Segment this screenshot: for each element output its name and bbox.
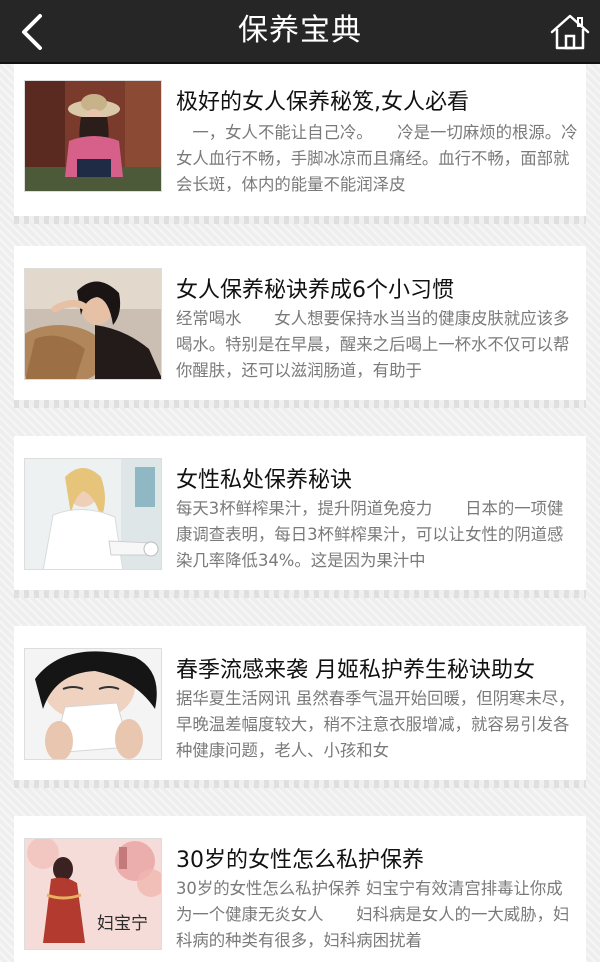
card-divider [14,216,586,224]
article-thumbnail [24,648,162,760]
article-card[interactable]: 女人保养秘诀养成6个小习惯 经常喝水 女人想要保持水当当的健康皮肤就应该多喝水。… [14,246,586,408]
article-thumbnail [24,458,162,570]
article-summary: 经常喝水 女人想要保持水当当的健康皮肤就应该多喝水。特别是在早晨，醒来之后喝上一… [176,309,570,380]
article-title: 极好的女人保养秘笈,女人必看 [176,90,469,115]
card-divider [14,400,586,408]
thumbnail-brand-text: 妇宝宁 [97,914,148,934]
article-summary: 据华夏生活网讯 虽然春季气温开始回暖，但阴寒未尽，早晚温差幅度较大，稍不注意衣服… [176,689,575,760]
article-summary: 一，女人不能让自己冷。 冷是一切麻烦的根源。冷女人血行不畅，手脚冰凉而且痛经。血… [176,123,578,194]
article-thumbnail [24,268,162,380]
article-title: 女人保养秘诀养成6个小习惯 [176,278,454,303]
app-header: 保养宝典 [0,0,600,64]
home-button[interactable] [546,8,594,56]
article-title: 30岁的女性怎么私护保养 [176,848,424,873]
card-divider [14,780,586,788]
article-title: 女性私处保养秘诀 [176,468,353,493]
article-thumbnail: 妇宝宁 [24,838,162,950]
article-thumbnail [24,80,162,192]
article-title: 春季流感来袭 月姬私护养生秘诀助女 [176,658,535,683]
article-card[interactable]: 春季流感来袭 月姬私护养生秘诀助女 据华夏生活网讯 虽然春季气温开始回暖，但阴寒… [14,626,586,788]
article-summary: 30岁的女性怎么私护保养 妇宝宁有效清宫排毒让你成为一个健康无炎女人 妇科病是女… [176,879,570,950]
card-divider [14,590,586,598]
article-card[interactable]: 妇宝宁 30岁的女性怎么私护保养 30岁的女性怎么私护保养 妇宝宁有效清宫排毒让… [14,816,586,962]
page-title: 保养宝典 [238,13,362,48]
home-icon [550,14,590,50]
article-summary: 每天3杯鲜榨果汁，提升阴道免疫力 日本的一项健康调查表明，每日3杯鲜榨果汁，可以… [176,499,564,570]
article-card[interactable]: 女性私处保养秘诀 每天3杯鲜榨果汁，提升阴道免疫力 日本的一项健康调查表明，每日… [14,436,586,598]
article-card[interactable]: 极好的女人保养秘笈,女人必看 一，女人不能让自己冷。 冷是一切麻烦的根源。冷女人… [14,64,586,224]
